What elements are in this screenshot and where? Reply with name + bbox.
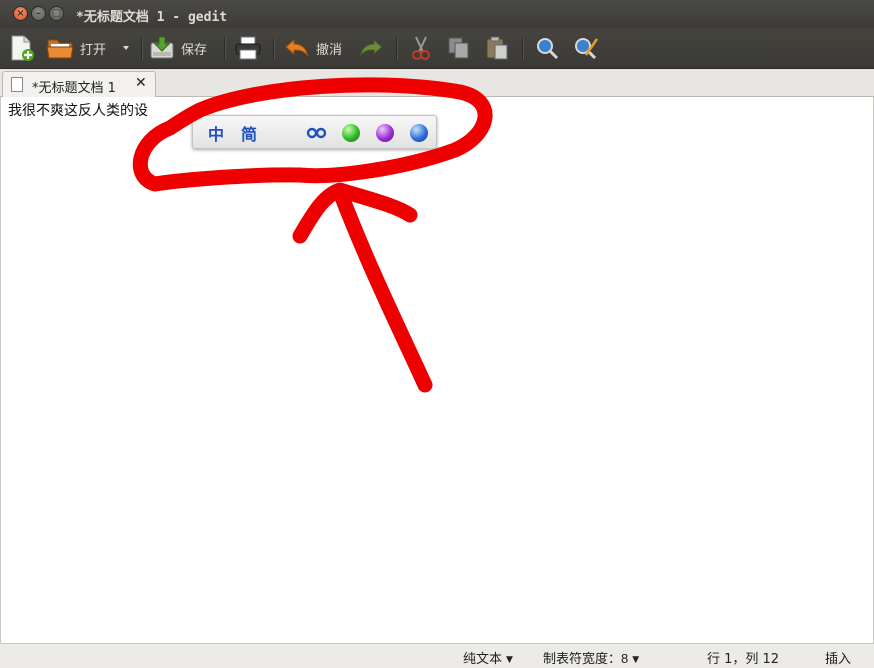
blue-ball-icon [410, 124, 428, 142]
save-icon [150, 36, 174, 59]
document-tab-bar: *无标题文档 1 ✕ [0, 69, 874, 97]
undo-button[interactable]: 撤消 [284, 33, 342, 63]
punctuation-icon [306, 127, 327, 139]
editor-text-line: 我很不爽这反人类的设 [8, 103, 148, 119]
toolbar-separator [522, 38, 523, 60]
ime-purple-ball-button[interactable] [374, 122, 396, 144]
new-document-button[interactable] [9, 33, 35, 63]
insert-mode-indicator: 插入 [825, 652, 852, 667]
toolbar-separator [224, 38, 225, 60]
ime-punctuation-button[interactable] [306, 122, 328, 144]
find-replace-icon [575, 38, 599, 60]
tab-title: *无标题文档 1 [32, 81, 116, 96]
undo-arrow-icon [285, 38, 309, 57]
ime-blue-ball-button[interactable] [408, 122, 430, 144]
window-title: *无标题文档 1 - gedit [76, 10, 228, 25]
toolbar-separator [396, 38, 397, 60]
undo-label: 撤消 [316, 42, 343, 58]
tab-width-selector[interactable]: 制表符宽度：8 ▼ [543, 648, 639, 667]
cut-button[interactable] [408, 33, 434, 63]
ime-simplified-label: 简 [240, 125, 257, 144]
save-label: 保存 [181, 42, 208, 58]
dropdown-arrow-icon: ▼ [632, 655, 640, 665]
save-button[interactable]: 保存 [149, 33, 207, 63]
cursor-position: 行 1，列 12 [707, 652, 780, 667]
open-label: 打开 [80, 42, 107, 58]
paste-clipboard-icon [486, 36, 508, 60]
purple-ball-icon [376, 124, 394, 142]
redo-button[interactable] [358, 33, 384, 63]
minimize-icon: – [36, 8, 41, 19]
print-button[interactable] [234, 33, 262, 63]
toolbar-separator [141, 38, 142, 60]
search-icon [537, 38, 559, 60]
moon-icon [281, 125, 289, 141]
ime-half-width-button[interactable] [273, 122, 295, 144]
toolbar: 打开 保存 撤消 [0, 28, 874, 69]
text-editor-area[interactable]: 我很不爽这反人类的设 [0, 97, 874, 643]
copy-button[interactable] [446, 33, 472, 63]
ime-chinese-mode-button[interactable]: 中 [205, 122, 227, 144]
title-bar: × – □ *无标题文档 1 - gedit [0, 0, 874, 28]
redo-arrow-icon [359, 38, 383, 57]
scissors-icon [412, 36, 430, 60]
dropdown-arrow-icon [123, 46, 129, 50]
open-folder-icon [46, 39, 74, 59]
ime-simplified-button[interactable]: 简 [238, 122, 260, 144]
find-replace-button[interactable] [572, 33, 600, 63]
language-selector[interactable]: 纯文本 ▼ [463, 648, 513, 667]
green-ball-icon [342, 124, 360, 142]
find-button[interactable] [534, 33, 560, 63]
language-label: 纯文本 [463, 652, 503, 667]
paste-button[interactable] [484, 33, 510, 63]
tab-width-value: 8 [621, 651, 629, 666]
tab-untitled-document-1[interactable]: *无标题文档 1 ✕ [2, 71, 156, 97]
status-bar: 纯文本 ▼ 制表符宽度：8 ▼ 行 1，列 12 插入 [0, 643, 874, 668]
window-minimize-button[interactable]: – [31, 6, 46, 21]
open-dropdown-arrow[interactable] [120, 33, 132, 63]
window-close-button[interactable]: × [13, 6, 28, 21]
ime-chinese-label: 中 [207, 125, 224, 144]
maximize-icon: □ [51, 8, 62, 19]
print-icon [235, 36, 261, 60]
copy-icon [448, 37, 469, 59]
open-button[interactable]: 打开 [46, 33, 106, 63]
tab-width-label: 制表符宽度： [543, 652, 622, 667]
toolbar-separator [273, 38, 274, 60]
new-document-icon [11, 35, 34, 61]
dropdown-arrow-icon: ▼ [506, 655, 513, 665]
document-icon [11, 77, 23, 92]
close-icon: × [16, 8, 25, 19]
ime-floating-toolbar: 中 简 [192, 115, 437, 149]
ime-green-ball-button[interactable] [340, 122, 362, 144]
window-maximize-button[interactable]: □ [49, 6, 64, 21]
tab-close-icon[interactable]: ✕ [135, 75, 147, 91]
